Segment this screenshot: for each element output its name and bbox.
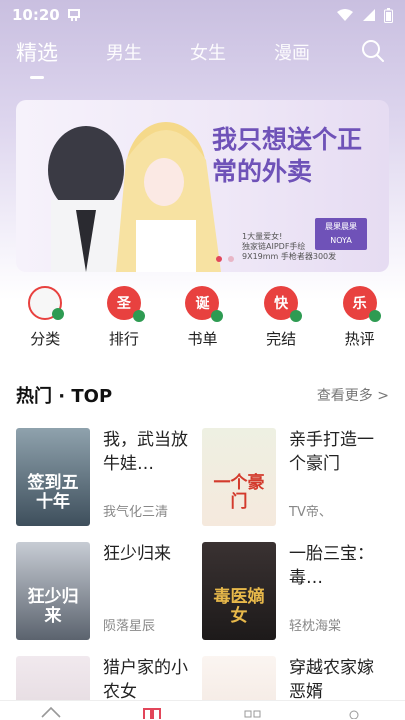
bookshelf-icon[interactable] <box>141 705 163 719</box>
book-author: 我气化三清 <box>103 505 169 520</box>
quick-link-hot-comments[interactable]: 乐 热评 <box>330 286 390 356</box>
book-cover[interactable]: 毒医嫡女 <box>202 542 276 640</box>
tab-male[interactable]: 男生 <box>106 39 142 65</box>
hot-comments-icon: 乐 <box>342 286 381 322</box>
tab-comics[interactable]: 漫画 <box>274 39 310 65</box>
book-item[interactable]: 毒医嫡女 一胎三宝：毒… 轻枕海棠 <box>202 542 388 640</box>
quick-link-category[interactable]: 分类 <box>15 286 75 356</box>
book-title[interactable]: 猎户家的小农女 <box>103 656 193 704</box>
ranking-icon: 圣 <box>106 286 145 322</box>
banner-illustration <box>48 122 221 272</box>
bottom-navigation <box>0 700 405 720</box>
banner-dot-active[interactable] <box>216 256 222 262</box>
promo-banner[interactable]: 我只想送个正常的外卖 1大量爱女! 独家链AIPDF手绘 9X19mm 手枪者器… <box>16 100 389 272</box>
app-notification-icon <box>67 9 80 21</box>
book-author: 陨落星辰 <box>103 619 156 634</box>
banner-pagination <box>216 256 234 262</box>
book-cover[interactable]: 狂少归来 <box>16 542 90 640</box>
wifi-icon <box>337 9 353 21</box>
quick-link-completed[interactable]: 快 完结 <box>251 286 311 356</box>
battery-icon <box>384 7 393 23</box>
quick-link-booklist[interactable]: 诞 书单 <box>172 286 232 356</box>
book-item[interactable]: 签到五十年 我，武当放牛娃… 我气化三清 <box>16 428 202 526</box>
tab-female[interactable]: 女生 <box>190 39 226 65</box>
completed-icon: 快 <box>264 286 303 322</box>
quick-links: 分类 圣 排行 诞 书单 快 完结 乐 热评 <box>0 286 405 356</box>
see-more-link[interactable]: 查看更多 > <box>317 385 389 405</box>
book-item[interactable]: 一个豪门 亲手打造一个豪门 TV帝、 <box>202 428 388 526</box>
channel-tabs: 精选 男生 女生 漫画 <box>0 30 405 74</box>
book-title[interactable]: 我，武当放牛娃… <box>103 428 193 476</box>
banner-headline: 我只想送个正常的外卖 <box>212 125 363 186</box>
book-cover[interactable]: 一个豪门 <box>202 428 276 526</box>
status-time: 10:20 <box>12 6 60 24</box>
book-title[interactable]: 穿越农家嫁恶婿 <box>289 656 379 704</box>
book-title[interactable]: 亲手打造一个豪门 <box>289 428 379 476</box>
home-icon[interactable] <box>40 705 62 719</box>
book-title[interactable]: 一胎三宝：毒… <box>289 542 379 590</box>
book-item[interactable]: 狂少归来 狂少归来 陨落星辰 <box>16 542 202 640</box>
section-header: 热门 · TOP 查看更多 > <box>16 382 389 408</box>
search-icon[interactable] <box>361 39 385 63</box>
booklist-icon: 诞 <box>185 286 224 322</box>
quick-link-ranking[interactable]: 圣 排行 <box>94 286 154 356</box>
book-grid: 签到五十年 我，武当放牛娃… 我气化三清 一个豪门 亲手打造一个豪门 TV帝、 … <box>16 428 389 720</box>
category-icon[interactable] <box>242 705 264 719</box>
profile-icon[interactable] <box>343 705 365 719</box>
banner-dot[interactable] <box>228 256 234 262</box>
book-author: 轻枕海棠 <box>289 619 342 634</box>
banner-logo: 晨果晨果 NOYA <box>315 218 367 250</box>
tab-featured[interactable]: 精选 <box>16 37 58 67</box>
signal-icon <box>363 9 375 21</box>
book-author: TV帝、 <box>289 505 332 520</box>
book-title[interactable]: 狂少归来 <box>103 542 193 566</box>
status-bar: 10:20 <box>0 0 405 30</box>
book-cover[interactable]: 签到五十年 <box>16 428 90 526</box>
santa-icon <box>28 286 65 320</box>
section-title: 热门 · TOP <box>16 386 113 407</box>
